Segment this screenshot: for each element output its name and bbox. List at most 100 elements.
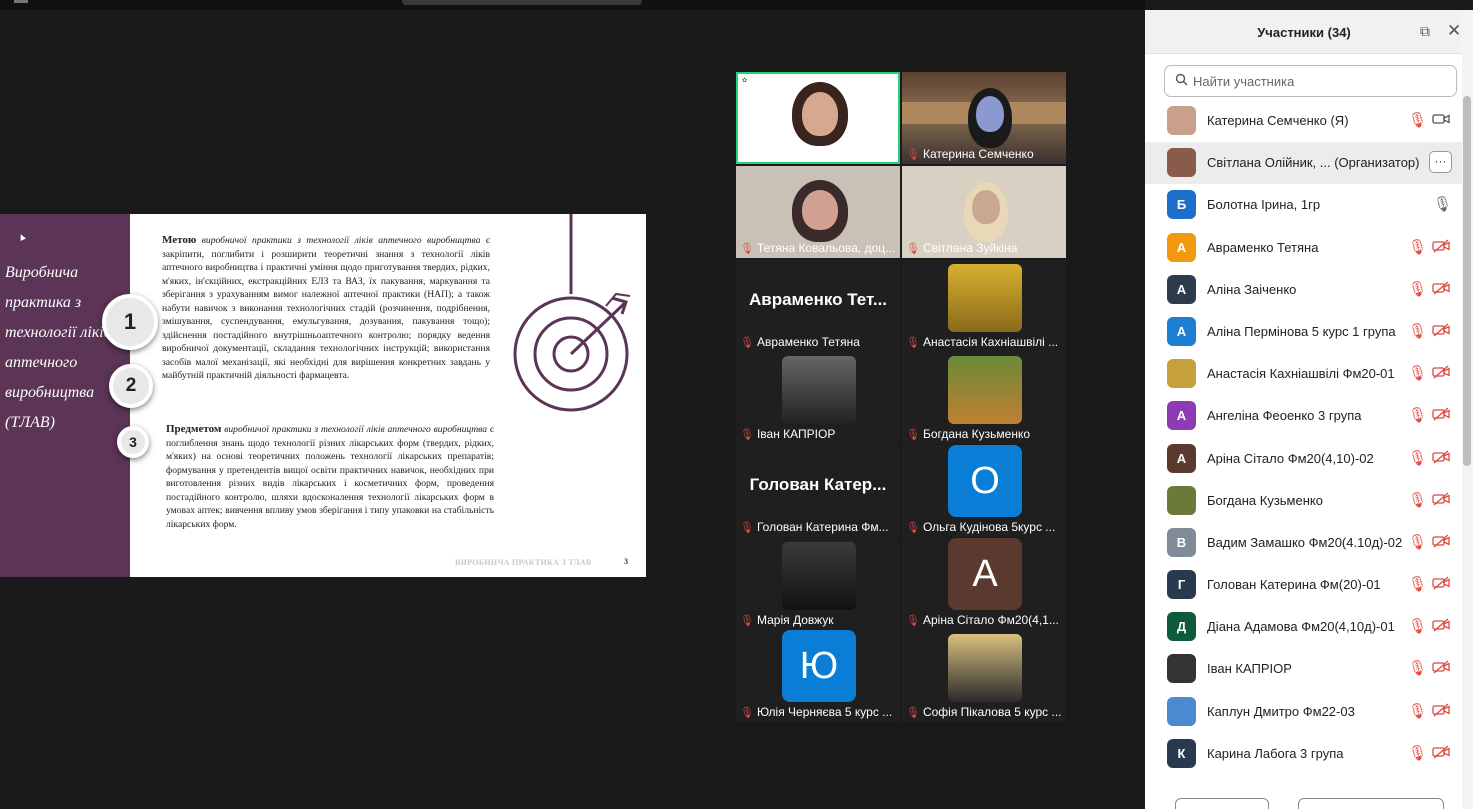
mic-muted-icon[interactable]: 🎙︎ [1408,322,1427,340]
avatar-photo [1167,106,1196,135]
camera-off-icon[interactable] [1432,703,1450,717]
mic-muted-icon[interactable]: 🎙︎ [1408,702,1427,720]
participant-row[interactable]: А Авраменко Тетяна 🎙︎ [1145,227,1463,269]
camera-off-icon[interactable] [1432,534,1450,548]
tile-name: 🎙︎ Юлія Черняєва 5 курс ... [740,705,896,719]
participant-row[interactable]: Д Діана Адамова Фм20(4,10д)-01 🎙︎ [1145,606,1463,648]
close-icon[interactable]: ✕ [1447,21,1461,41]
video-tile[interactable]: 🎙︎ Тетяна Ковальова, доц... [736,166,900,258]
video-tile[interactable]: 🎙︎ Софія Пікалова 5 курс ... [902,630,1066,722]
person-face [802,190,838,230]
mic-muted-icon[interactable]: 🎙︎ [1408,449,1427,467]
mute-all-button[interactable] [1298,798,1444,809]
video-tile[interactable]: Голован Катер... 🎙︎ Голован Катерина Фм..… [736,445,900,537]
mic-muted-icon[interactable]: 🎙︎ [1408,238,1427,256]
camera-off-icon[interactable] [1432,323,1450,337]
participant-row[interactable]: В Вадим Замашко Фм20(4.10д)-02 🎙︎ [1145,522,1463,564]
tile-name: Світлана Олійник, доцент... [740,147,896,161]
participant-row[interactable]: Іван КАПРІОР 🎙︎ [1145,648,1463,690]
mic-muted-icon: 🎙︎ [906,521,920,534]
video-tile[interactable]: Ю 🎙︎ Юлія Черняєва 5 курс ... [736,630,900,722]
video-tile[interactable]: А 🎙︎ Аріна Сітало Фм20(4,1... [902,538,1066,630]
popout-icon[interactable]: ⧉ [1420,23,1430,40]
tile-name-text: Юлія Черняєва 5 курс ... [756,705,893,719]
mic-muted-icon[interactable]: 🎙︎ [1408,533,1427,551]
mic-muted-icon[interactable]: 🎙︎ [1408,491,1427,509]
camera-off-icon[interactable] [1432,576,1450,590]
mic-muted-icon[interactable]: 🎙︎ [1408,406,1427,424]
video-tile[interactable]: О 🎙︎ Ольга Кудінова 5курс ... [902,445,1066,537]
person-face [972,190,1000,224]
tile-name-text: Тетяна Ковальова, доц... [756,241,896,255]
participant-row[interactable]: А Аріна Сітало Фм20(4,10)-02 🎙︎ [1145,438,1463,480]
camera-off-icon[interactable] [1432,450,1450,464]
search-icon [1175,73,1188,86]
subject-italic: виробничої практики з технології ліків а… [224,424,488,435]
step-number-2: 2 [109,364,153,408]
participant-search[interactable] [1164,65,1457,97]
tile-name-text: Ольга Кудінова 5курс ... [922,520,1056,534]
participant-row[interactable]: А Аліна Заіченко 🎙︎ [1145,269,1463,311]
avatar: А [1167,232,1196,262]
avatar: А [1167,401,1196,431]
slide-page-number: 3 [624,557,628,566]
avatar-photo [1167,359,1196,389]
video-tile[interactable]: 🎙︎ Іван КАПРІОР [736,352,900,444]
mic-muted-icon: 🎙︎ [906,336,920,349]
mic-muted-icon[interactable]: 🎙︎ [1408,575,1427,593]
camera-off-icon[interactable] [1432,239,1450,253]
mic-muted-icon[interactable]: 🎙︎ [1408,744,1427,762]
tile-big-name: Авраменко Тет... [748,290,888,309]
participant-row[interactable]: А Ангеліна Феоенко 3 група 🎙︎ [1145,395,1463,437]
mic-muted-icon[interactable]: 🎙︎ [1408,364,1427,382]
share-toolbar-handle[interactable] [402,0,642,5]
participant-row[interactable]: Б Болотна Ірина, 1гр 🎙︎ [1145,184,1463,226]
participant-row[interactable]: Богдана Кузьменко 🎙︎ [1145,480,1463,522]
search-input[interactable] [1193,72,1448,91]
camera-off-icon[interactable] [1432,745,1450,759]
participant-row[interactable]: Г Голован Катерина Фм(20)-01 🎙︎ [1145,564,1463,606]
tile-name: 🎙︎ Катерина Семченко [906,147,1062,161]
mic-muted-icon[interactable]: 🎙︎ [1408,280,1427,298]
university-logo: ✿ [742,78,748,84]
tile-name: 🎙︎ Софія Пікалова 5 курс ... [906,705,1062,719]
video-tile[interactable]: 🎙︎ Катерина Семченко [902,72,1066,164]
participant-row[interactable]: Каплун Дмитро Фм22-03 🎙︎ [1145,691,1463,733]
tile-name-text: Софія Пікалова 5 курс ... [922,705,1062,719]
camera-off-icon[interactable] [1432,660,1450,674]
camera-off-icon[interactable] [1432,407,1450,421]
avatar-letter: Ю [782,630,856,702]
participant-name: Авраменко Тетяна [1207,239,1319,255]
camera-icon[interactable] [1432,112,1450,126]
video-grid: ✿ Світлана Олійник, доцент... 🎙︎ Катерина… [736,72,1066,722]
participant-row[interactable]: А Аліна Пермінова 5 курс 1 група 🎙︎ [1145,311,1463,353]
more-options-button[interactable]: ··· [1429,151,1452,174]
video-tile[interactable]: ✿ Світлана Олійник, доцент... [736,72,900,164]
avatar: К [1167,738,1196,768]
avatar-photo [1167,148,1196,178]
participant-row[interactable]: Світлана Олійник, ... (Организатор) ··· [1145,142,1463,185]
video-tile[interactable]: 🎙︎ Світлана Зуйкіна [902,166,1066,258]
avatar-photo [948,634,1022,702]
shared-slide: Виробнича практика з технології ліків ап… [0,214,646,577]
mic-muted-icon[interactable]: 🎙︎ [1408,617,1427,635]
camera-off-icon[interactable] [1432,365,1450,379]
camera-off-icon[interactable] [1432,281,1450,295]
camera-off-icon[interactable] [1432,618,1450,632]
mic-muted-icon[interactable]: 🎙︎ [1408,111,1427,129]
tile-name-text: Іван КАПРІОР [756,427,836,441]
video-tile[interactable]: 🎙︎ Богдана Кузьменко [902,352,1066,444]
video-tile[interactable]: 🎙︎ Марія Довжук [736,538,900,630]
mic-muted-icon[interactable]: 🎙︎ [1408,659,1427,677]
avatar-photo [1167,696,1196,726]
participant-row[interactable]: Анастасія Кахніашвілі Фм20-01 🎙︎ [1145,353,1463,395]
participant-row[interactable]: К Карина Лабога 3 група 🎙︎ [1145,733,1463,775]
scrollbar-thumb[interactable] [1463,96,1471,466]
tile-name-text: Світлана Олійник, доцент... [740,147,892,161]
video-tile[interactable]: 🎙︎ Анастасія Кахніашвілі ... [902,260,1066,352]
invite-button[interactable] [1175,798,1269,809]
video-tile[interactable]: Авраменко Тет... 🎙︎ Авраменко Тетяна [736,260,900,352]
participant-row[interactable]: Катерина Семченко (Я) 🎙︎ [1145,100,1463,142]
camera-off-icon[interactable] [1432,492,1450,506]
mic-icon[interactable]: 🎙︎ [1433,195,1452,213]
